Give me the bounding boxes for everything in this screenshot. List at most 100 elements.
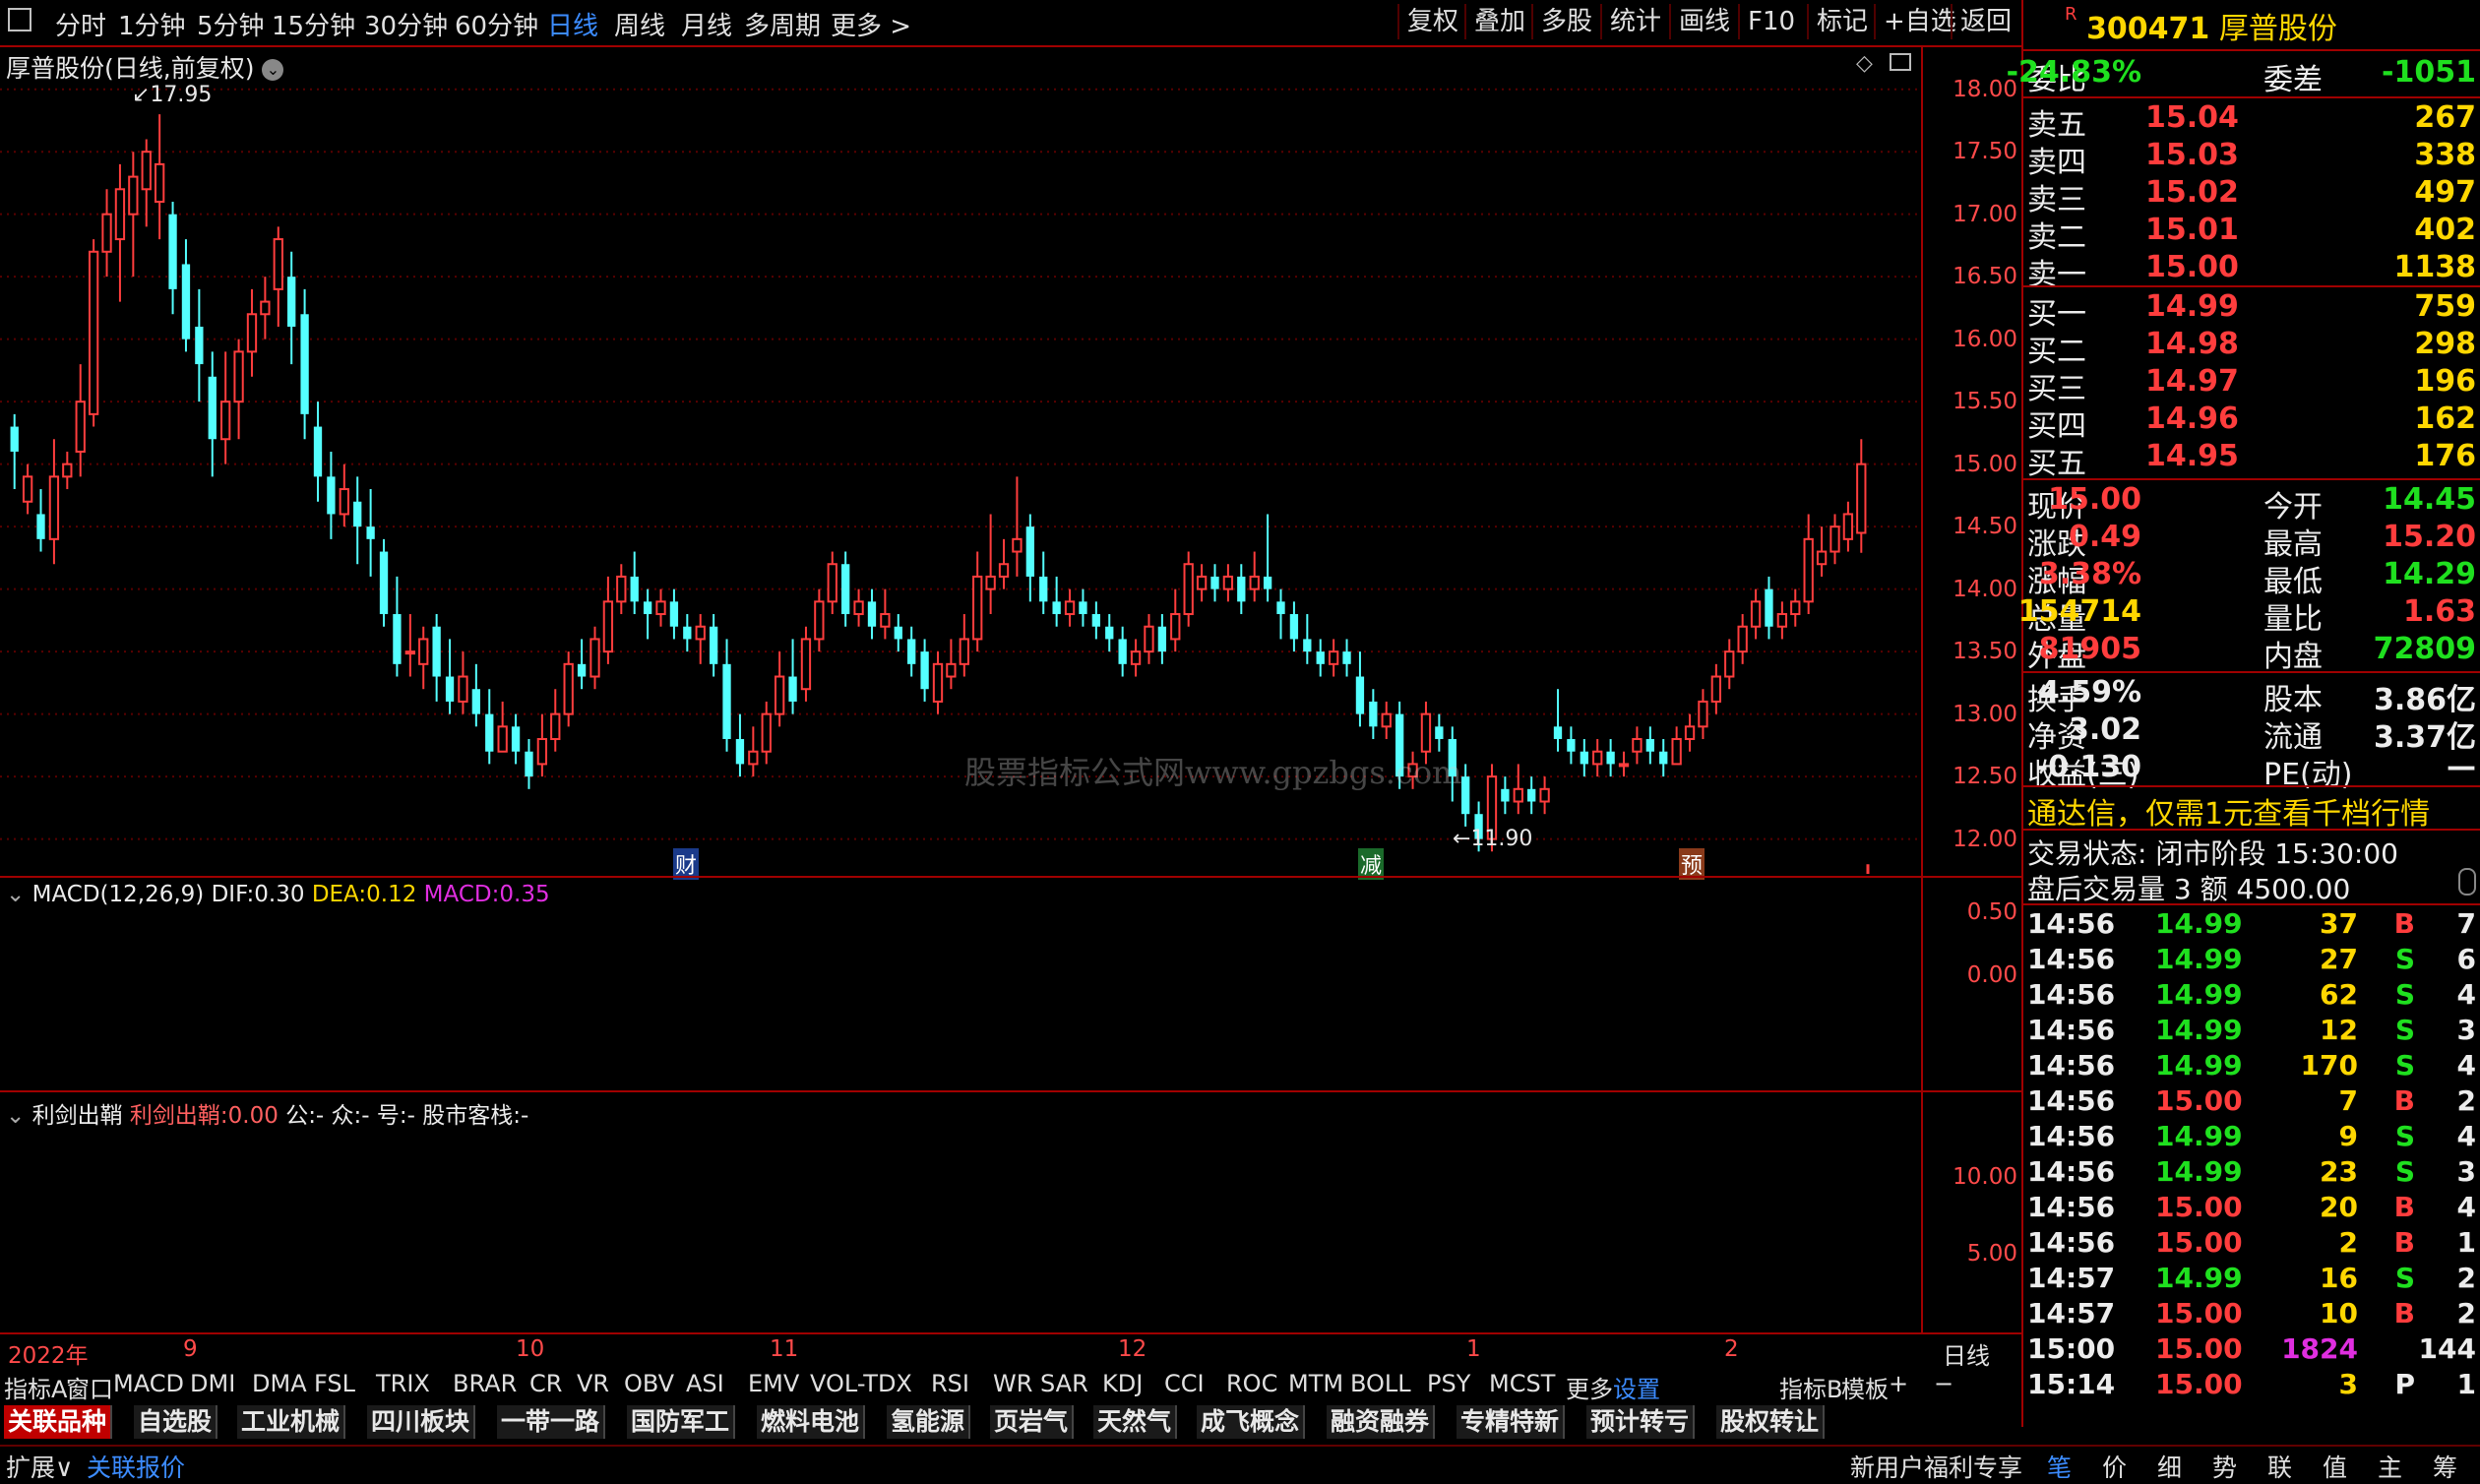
f10-button[interactable]: F10 bbox=[1738, 4, 1803, 39]
block-tab[interactable]: 专精特新 bbox=[1457, 1405, 1566, 1439]
ask-row[interactable]: 卖三 15.02 497 bbox=[2027, 175, 2476, 217]
indicator-tab[interactable]: EMV bbox=[748, 1370, 799, 1397]
indicator-tab[interactable]: KDJ bbox=[1102, 1370, 1143, 1397]
indicator-tab[interactable]: OBV bbox=[624, 1370, 674, 1397]
indicator-tab[interactable]: 设置 bbox=[1613, 1370, 1660, 1404]
back-button[interactable]: 返回 bbox=[1951, 4, 2019, 39]
multi-stock-button[interactable]: 多股 bbox=[1531, 4, 1600, 39]
indicator-tab[interactable]: WR bbox=[993, 1370, 1032, 1397]
period-weekly[interactable]: 周线 bbox=[614, 6, 665, 42]
kline-chart-area[interactable] bbox=[0, 47, 1921, 874]
period-15min[interactable]: 15分钟 bbox=[272, 6, 355, 42]
block-tab[interactable]: 国防军工 bbox=[627, 1405, 736, 1439]
block-tab[interactable]: 成飞概念 bbox=[1197, 1405, 1306, 1439]
indicator-tab[interactable]: BRAR bbox=[453, 1370, 517, 1397]
period-30min[interactable]: 30分钟 bbox=[364, 6, 448, 42]
block-tab[interactable]: 天然气 bbox=[1093, 1405, 1178, 1439]
bid-row[interactable]: 买五 14.95 176 bbox=[2027, 439, 2476, 481]
indicator-tab[interactable]: MACD bbox=[113, 1370, 184, 1397]
period-5min[interactable]: 5分钟 bbox=[197, 6, 265, 42]
indicator-tab[interactable]: PSY bbox=[1427, 1370, 1470, 1397]
block-tab[interactable]: 股权转让 bbox=[1716, 1405, 1826, 1439]
side-tab[interactable]: 筹 bbox=[2433, 1449, 2457, 1484]
block-tab[interactable]: 页岩气 bbox=[990, 1405, 1075, 1439]
indicator-tab[interactable]: SAR bbox=[1040, 1370, 1088, 1397]
candlestick-series bbox=[10, 114, 1867, 852]
bid-row[interactable]: 买三 14.97 196 bbox=[2027, 364, 2476, 406]
indicator-tab[interactable]: FSL bbox=[314, 1370, 355, 1397]
indicator-tab[interactable]: 窗口 bbox=[66, 1370, 113, 1404]
side-tab[interactable]: 细 bbox=[2157, 1449, 2182, 1484]
draw-line-button[interactable]: 画线 bbox=[1669, 4, 1738, 39]
ask-row[interactable]: 卖一 15.00 1138 bbox=[2027, 250, 2476, 292]
chevron-down-icon[interactable]: ⌄ bbox=[262, 59, 284, 81]
indicator-tab[interactable]: RSI bbox=[931, 1370, 969, 1397]
bid-row[interactable]: 买四 14.96 162 bbox=[2027, 402, 2476, 444]
indicator-tab[interactable]: DMI bbox=[190, 1370, 235, 1397]
indicator-tab[interactable]: CR bbox=[529, 1370, 562, 1397]
period-60min[interactable]: 60分钟 bbox=[455, 6, 538, 42]
ask-row[interactable]: 卖五 15.04 267 bbox=[2027, 100, 2476, 143]
tick-row: 14:57 15.00 10 B 2 bbox=[2027, 1297, 2476, 1332]
side-tab[interactable]: 笔 bbox=[2047, 1449, 2072, 1484]
bid-row[interactable]: 买一 14.99 759 bbox=[2027, 289, 2476, 332]
side-tab[interactable]: 势 bbox=[2212, 1449, 2237, 1484]
chevron-down-icon[interactable]: ⌄ bbox=[6, 882, 25, 907]
indicator-tab[interactable]: TRIX bbox=[376, 1370, 430, 1397]
mark-button[interactable]: 标记 bbox=[1807, 4, 1876, 39]
scroll-toggle-icon[interactable] bbox=[2458, 868, 2476, 896]
level2-promo[interactable]: 通达信，仅需1元查看千档行情 bbox=[2027, 789, 2430, 833]
indicator-tab[interactable]: CCI bbox=[1164, 1370, 1205, 1397]
related-quote-link[interactable]: 关联报价 bbox=[87, 1449, 185, 1484]
block-tab[interactable]: 工业机械 bbox=[237, 1405, 346, 1439]
indicator-tab[interactable]: + bbox=[1889, 1370, 1908, 1397]
diamond-icon[interactable]: ◇ bbox=[1856, 51, 1873, 76]
period-multi[interactable]: 多周期 bbox=[744, 6, 821, 42]
period-1min[interactable]: 1分钟 bbox=[118, 6, 186, 42]
indicator-tab[interactable]: 模板 bbox=[1841, 1370, 1889, 1404]
block-tab[interactable]: 预计转亏 bbox=[1586, 1405, 1696, 1439]
block-tab[interactable]: 自选股 bbox=[134, 1405, 218, 1439]
side-tab[interactable]: 价 bbox=[2102, 1449, 2127, 1484]
ask-row[interactable]: 卖二 15.01 402 bbox=[2027, 213, 2476, 255]
indicator-tab[interactable]: VR bbox=[577, 1370, 609, 1397]
menu-icon[interactable] bbox=[8, 8, 31, 31]
indicator-tab[interactable]: ROC bbox=[1226, 1370, 1277, 1397]
block-tab[interactable]: 燃料电池 bbox=[757, 1405, 866, 1439]
indicator-tab[interactable]: 指标B bbox=[1779, 1370, 1842, 1404]
period-monthly[interactable]: 月线 bbox=[681, 6, 732, 42]
indicator-tab[interactable]: MTM bbox=[1288, 1370, 1343, 1397]
indicator-tab[interactable]: MCST bbox=[1489, 1370, 1555, 1397]
chevron-down-icon[interactable]: ⌄ bbox=[6, 1103, 25, 1129]
statistics-button[interactable]: 统计 bbox=[1600, 4, 1669, 39]
period-daily[interactable]: 日线 bbox=[547, 6, 598, 42]
candle-body bbox=[1750, 600, 1762, 628]
promo-link[interactable]: 新用户福利专享 bbox=[1850, 1449, 2022, 1484]
period-fenshi[interactable]: 分时 bbox=[55, 6, 106, 42]
period-more[interactable]: 更多 > bbox=[831, 6, 911, 42]
block-tab[interactable]: 氢能源 bbox=[887, 1405, 971, 1439]
candle-body bbox=[1105, 626, 1114, 640]
indicator-tab[interactable]: 指标A bbox=[4, 1370, 67, 1404]
bid-row[interactable]: 买二 14.98 298 bbox=[2027, 327, 2476, 369]
indicator-tab[interactable]: DMA bbox=[252, 1370, 307, 1397]
side-tab[interactable]: 主 bbox=[2378, 1449, 2402, 1484]
indicator-tab[interactable]: VOL-TDX bbox=[810, 1370, 912, 1397]
side-tab[interactable]: 联 bbox=[2267, 1449, 2292, 1484]
block-tab[interactable]: 融资融券 bbox=[1327, 1405, 1436, 1439]
ask-row[interactable]: 卖四 15.03 338 bbox=[2027, 138, 2476, 180]
tick-side: B bbox=[2393, 1084, 2415, 1117]
expand-button[interactable]: 扩展∨ bbox=[6, 1449, 73, 1484]
side-tab[interactable]: 值 bbox=[2323, 1449, 2347, 1484]
fuquan-button[interactable]: 复权 bbox=[1397, 4, 1466, 39]
indicator-tab[interactable]: 更多 bbox=[1566, 1370, 1613, 1404]
block-tab[interactable]: 关联品种 bbox=[4, 1405, 113, 1439]
block-tab[interactable]: 四川板块 bbox=[367, 1405, 476, 1439]
indicator-tab[interactable]: BOLL bbox=[1350, 1370, 1411, 1397]
indicator-tab[interactable]: − bbox=[1934, 1370, 1953, 1397]
window-toggle-icon[interactable] bbox=[1890, 53, 1911, 71]
overlay-button[interactable]: 叠加 bbox=[1464, 4, 1533, 39]
tick-row: 14:56 14.99 12 S 3 bbox=[2027, 1014, 2476, 1049]
block-tab[interactable]: 一带一路 bbox=[497, 1405, 606, 1439]
indicator-tab[interactable]: ASI bbox=[686, 1370, 724, 1397]
